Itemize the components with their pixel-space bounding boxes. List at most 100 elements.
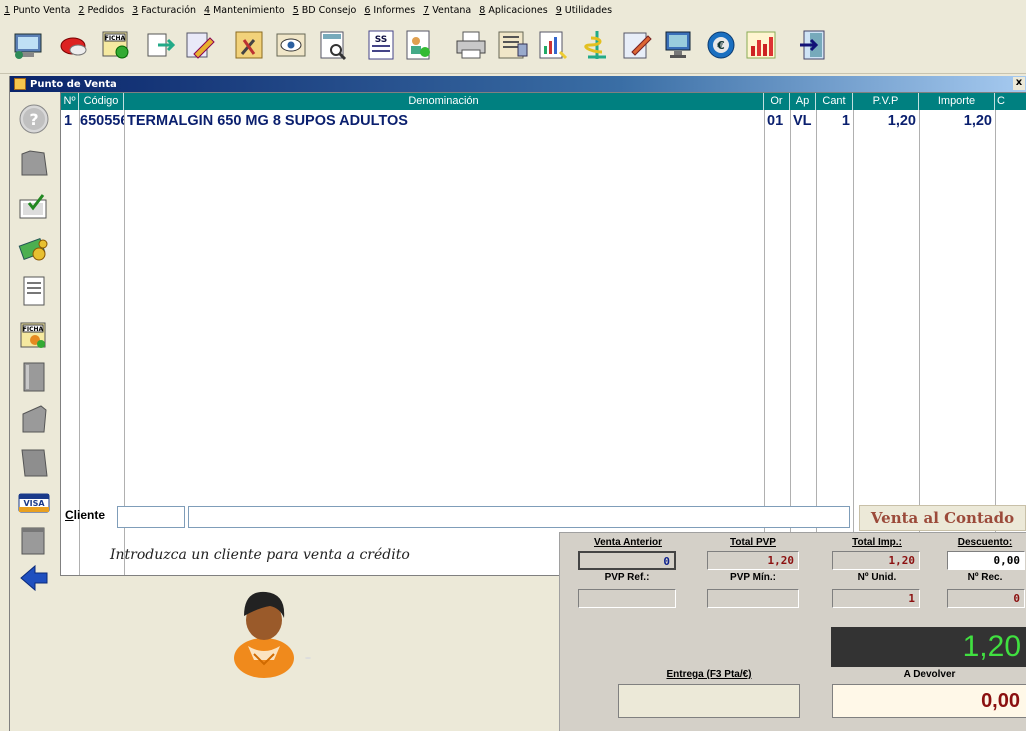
search-doc-icon[interactable] (314, 26, 352, 64)
report-icon[interactable] (494, 26, 532, 64)
close-icon[interactable]: x (1013, 77, 1025, 90)
window-app-icon (14, 78, 26, 90)
col-pvp-header[interactable]: P.V.P (853, 93, 919, 110)
menu-informes[interactable]: 6 Informes (364, 5, 415, 16)
entrega-input[interactable] (618, 684, 800, 718)
menu-pedidos[interactable]: 2 Pedidos (78, 5, 124, 16)
col-c-header[interactable]: C (995, 93, 1026, 110)
toolbar: FICHA SS € (0, 20, 1026, 74)
n-unid-label: Nº Unid. (857, 572, 897, 583)
row-pvp: 1,20 (887, 113, 916, 129)
client-bar: Cliente Venta al Contado (59, 502, 1026, 532)
table-row[interactable]: 1 650556 TERMALGIN 650 MG 8 SUPOS ADULTO… (61, 111, 1026, 131)
entrega-label: Entrega (F3 Pta/€) (666, 669, 752, 680)
tools-icon[interactable] (230, 26, 268, 64)
col-code-header[interactable]: Código (79, 93, 124, 110)
menu-punto-venta[interactable]: 1 Punto Venta (4, 5, 70, 16)
document-icon[interactable] (15, 272, 53, 310)
help-glyph: ? (29, 110, 38, 129)
col-cant-header[interactable]: Cant (816, 93, 853, 110)
pen-doc-icon[interactable] (618, 26, 656, 64)
blank-page-icon[interactable] (15, 144, 53, 182)
customer-avatar-icon[interactable] (218, 578, 318, 678)
menu-mantenimiento[interactable]: 4 Mantenimiento (204, 5, 285, 16)
export-icon[interactable] (142, 26, 180, 64)
ficha-icon[interactable]: FICHA (98, 26, 136, 64)
total-imp-field: 1,20 (832, 551, 920, 570)
devolver-field: 0,00 (832, 684, 1026, 718)
n-rec-label: Nº Rec. (967, 572, 1003, 583)
row-ap: VL (793, 113, 812, 129)
row-name: TERMALGIN 650 MG 8 SUPOS ADULTOS (127, 113, 408, 129)
euro-icon[interactable]: € (702, 26, 740, 64)
ficha-card-icon[interactable]: FICHA (15, 316, 53, 354)
money-icon[interactable] (15, 230, 53, 268)
check-monitor-icon[interactable] (15, 188, 53, 226)
total-imp-label: Total Imp.: (852, 537, 902, 548)
client-name-input[interactable] (188, 506, 850, 528)
pvp-min-label: PVP Mín.: (730, 572, 776, 583)
grid-header: Nº Código Denominación Or Ap Cant P.V.P … (61, 93, 1026, 110)
row-cant: 1 (841, 113, 850, 129)
printer-icon[interactable] (452, 26, 490, 64)
sheet-icon[interactable] (15, 522, 53, 560)
help-icon[interactable]: ? (15, 100, 53, 138)
side-toolbar: ? FICHA VISA (10, 92, 58, 731)
bar-chart-icon[interactable] (742, 26, 780, 64)
ss-doc-icon[interactable]: SS (362, 26, 400, 64)
col-ap-header[interactable]: Ap (790, 93, 816, 110)
ficha-side-text: FICHA (23, 326, 44, 333)
pharmacy-icon[interactable] (578, 26, 616, 64)
users-icon[interactable] (400, 26, 438, 64)
total-pvp-label: Total PVP (730, 537, 776, 548)
ficha-toolbar-text: FICHA (105, 35, 126, 42)
menu-bar: 1 Punto Venta 2 Pedidos 3 Facturación 4 … (0, 0, 1026, 20)
menu-facturacion[interactable]: 3 Facturación (132, 5, 196, 16)
total-pvp-field: 1,20 (707, 551, 799, 570)
credit-sale-message: Introduzca un cliente para venta a crédi… (110, 547, 410, 563)
page-fold-icon[interactable] (15, 444, 53, 482)
visa-icon[interactable]: VISA (15, 484, 53, 522)
page-curl-icon[interactable] (15, 400, 53, 438)
pvp-min-field (707, 589, 799, 608)
window-title-bar: Punto de Venta x (10, 76, 1026, 92)
venta-anterior-label: Venta Anterior (594, 537, 662, 548)
n-unid-field: 1 (832, 589, 920, 608)
ss-toolbar-text: SS (375, 35, 388, 45)
terminal-icon[interactable] (10, 26, 48, 64)
menu-aplicaciones[interactable]: 8 Aplicaciones (479, 5, 547, 16)
devolver-label: A Devolver (903, 669, 956, 680)
edit-form-icon[interactable] (182, 26, 220, 64)
row-code: 650556 (80, 113, 124, 129)
page-icon[interactable] (15, 358, 53, 396)
visa-text: VISA (23, 499, 45, 508)
row-or: 01 (767, 113, 784, 129)
descuento-field[interactable]: 0,00 (947, 551, 1025, 570)
venta-contado-button[interactable]: Venta al Contado (859, 505, 1026, 531)
exit-icon[interactable] (796, 26, 834, 64)
network-icon[interactable] (660, 26, 698, 64)
eye-icon[interactable] (272, 26, 310, 64)
row-importe: 1,20 (963, 113, 992, 129)
menu-ventana[interactable]: 7 Ventana (423, 5, 471, 16)
client-code-input[interactable] (117, 506, 185, 528)
col-name-header[interactable]: Denominación (124, 93, 764, 110)
col-importe-header[interactable]: Importe (919, 93, 995, 110)
totals-panel: Venta Anterior 0 Total PVP 1,20 Total Im… (559, 532, 1026, 731)
client-label: Cliente (65, 508, 106, 522)
menu-bd-consejo[interactable]: 5 BD Consejo (293, 5, 357, 16)
descuento-label: Descuento: (957, 537, 1013, 548)
back-arrow-icon[interactable] (15, 558, 53, 596)
col-num-header[interactable]: Nº (61, 93, 79, 110)
row-num: 1 (64, 113, 73, 129)
pvp-ref-label: PVP Ref.: (604, 572, 650, 583)
col-or-header[interactable]: Or (764, 93, 790, 110)
venta-anterior-field[interactable]: 0 (578, 551, 676, 570)
pills-icon[interactable] (56, 26, 94, 64)
svg-text:€: € (716, 39, 725, 52)
menu-utilidades[interactable]: 9 Utilidades (556, 5, 612, 16)
chart-doc-icon[interactable] (534, 26, 572, 64)
pvp-ref-field (578, 589, 676, 608)
n-rec-field: 0 (947, 589, 1025, 608)
grand-total-display: 1,20 (831, 627, 1026, 667)
